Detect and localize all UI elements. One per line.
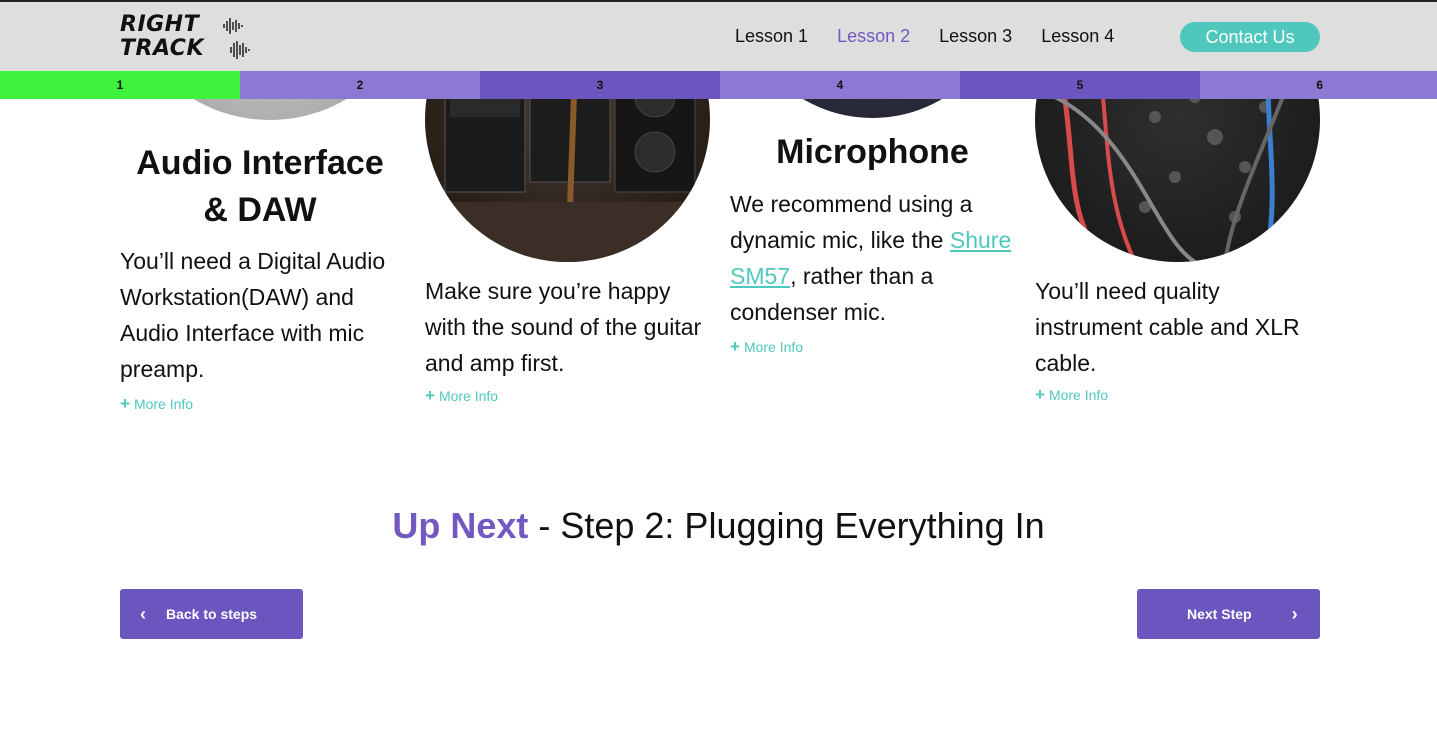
main-nav: Lesson 1 Lesson 2 Lesson 3 Lesson 4 [735, 26, 1114, 47]
step-2[interactable]: 2 [240, 71, 480, 99]
more-info-link-4[interactable]: + More Info [1035, 385, 1109, 404]
next-button-label: Next Step [1187, 606, 1252, 622]
nav-lesson-3[interactable]: Lesson 3 [939, 26, 1012, 47]
chevron-left-icon: ‹ [140, 603, 146, 624]
logo-line-2: TRACK [120, 36, 204, 61]
back-to-steps-button[interactable]: ‹ Back to steps [120, 589, 303, 639]
next-step-button[interactable]: Next Step › [1137, 589, 1320, 639]
card-text-cables: You’ll need quality instrument cable and… [1035, 278, 1300, 376]
card-title-line-2: & DAW [203, 191, 317, 229]
back-button-label: Back to steps [166, 606, 258, 622]
contact-us-button[interactable]: Contact Us [1180, 22, 1320, 52]
nav-lesson-4[interactable]: Lesson 4 [1041, 26, 1114, 47]
step-6[interactable]: 6 [1200, 71, 1437, 99]
logo[interactable]: RIGHT TRACK [120, 14, 260, 62]
card-title-microphone: Microphone [776, 133, 969, 171]
plus-icon: + [425, 386, 435, 405]
logo-line-1: RIGHT [120, 12, 200, 37]
chevron-right-icon: › [1291, 603, 1298, 624]
more-info-link-3[interactable]: + More Info [730, 337, 804, 356]
nav-lesson-1[interactable]: Lesson 1 [735, 26, 808, 47]
more-info-label: More Info [438, 388, 499, 404]
more-info-label: More Info [1048, 387, 1109, 403]
more-info-label: More Info [743, 339, 804, 355]
card-title-line-1: Audio Interface [136, 144, 384, 182]
text-before-link: We recommend using a dynamic mic, like t… [730, 191, 973, 253]
step-3[interactable]: 3 [480, 71, 720, 99]
soundwave-icon-2 [230, 41, 250, 59]
soundwave-icon [223, 18, 243, 34]
up-next-heading: Up Next - Step 2: Plugging Everything In [0, 502, 1437, 550]
step-4[interactable]: 4 [720, 71, 960, 99]
card-text-guitar-amp: Make sure you’re happy with the sound of… [425, 278, 702, 376]
up-next-title: - Step 2: Plugging Everything In [528, 505, 1045, 546]
plus-icon: + [120, 394, 130, 413]
step-1[interactable]: 1 [0, 71, 240, 99]
card-text-audio-interface: You’ll need a Digital Audio Workstation(… [120, 248, 386, 382]
site-header: RIGHT TRACK Lesson 1 Lesson 2 Lesson 3 L… [0, 0, 1437, 71]
more-info-link-1[interactable]: + More Info [120, 394, 194, 413]
up-next-label: Up Next [392, 505, 529, 546]
card-text-microphone: We recommend using a dynamic mic, like t… [730, 186, 1020, 330]
step-progress-bar: 1 2 3 4 5 6 [0, 71, 1437, 99]
plus-icon: + [730, 337, 740, 356]
card-title-audio-interface: Audio Interface & DAW [120, 140, 400, 234]
plus-icon: + [1035, 385, 1045, 404]
step-5[interactable]: 5 [960, 71, 1200, 99]
nav-lesson-2[interactable]: Lesson 2 [837, 26, 910, 47]
more-info-label: More Info [133, 396, 194, 412]
more-info-link-2[interactable]: + More Info [425, 386, 499, 405]
